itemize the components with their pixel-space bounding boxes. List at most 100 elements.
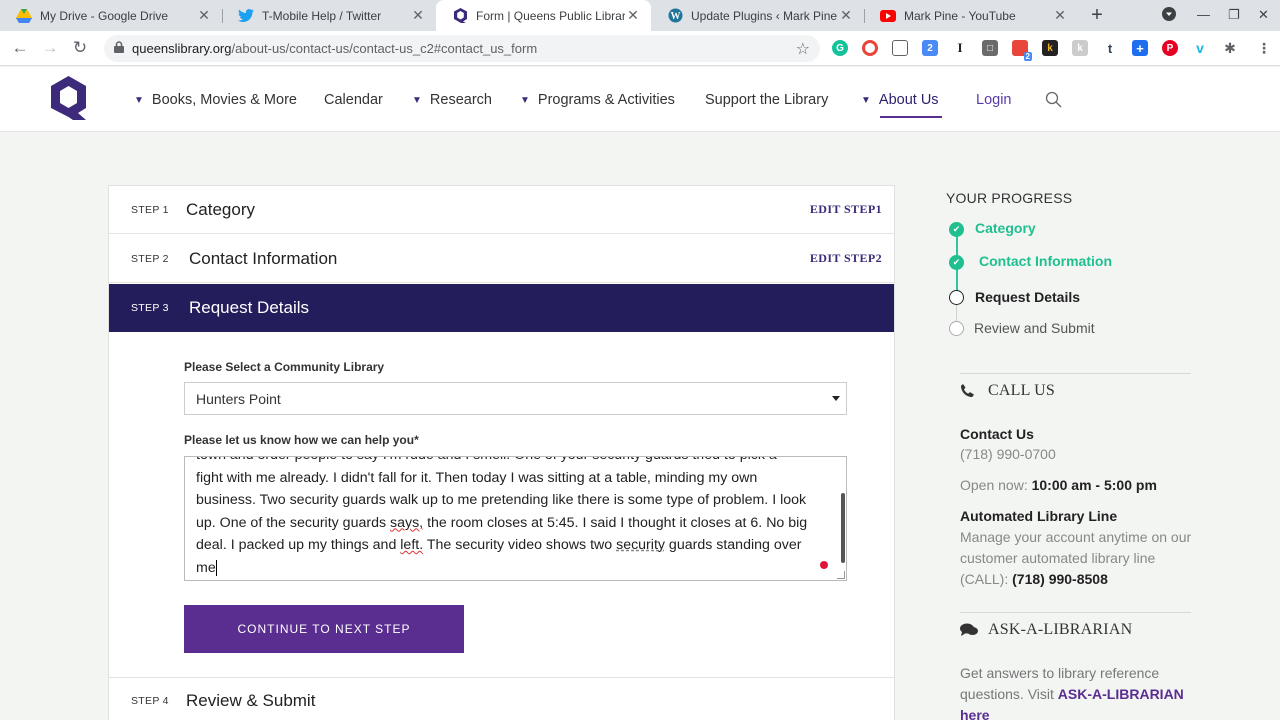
- chevron-down-icon: ▼: [520, 94, 530, 106]
- progress-title: YOUR PROGRESS: [946, 190, 1073, 206]
- textarea-scrollbar[interactable]: [841, 493, 845, 563]
- progress-line: [956, 305, 957, 322]
- tab-title: T-Mobile Help / Twitter: [262, 8, 382, 23]
- nav-label: Research: [429, 92, 492, 108]
- close-window-icon[interactable]: ✕: [1258, 7, 1269, 23]
- close-tab-icon[interactable]: ✕: [625, 7, 641, 24]
- twitter-icon: [238, 8, 254, 24]
- queens-library-logo[interactable]: [51, 76, 86, 120]
- textarea-content: town and order people to say I'm rude an…: [196, 457, 836, 579]
- close-tab-icon[interactable]: ✕: [838, 7, 854, 24]
- library-select-label: Please Select a Community Library: [184, 360, 385, 374]
- ask-here-link[interactable]: here: [960, 707, 990, 720]
- restore-icon[interactable]: ❐: [1228, 7, 1240, 23]
- pinterest-icon[interactable]: P: [1162, 40, 1178, 56]
- browser-tab-queens-library[interactable]: Form | Queens Public Library ✕: [436, 0, 651, 31]
- extension-2-icon[interactable]: 2: [922, 40, 938, 56]
- textarea-line: deal. I packed up my things and left. Th…: [196, 534, 836, 557]
- library-select[interactable]: Hunters Point: [184, 382, 847, 415]
- step-4-row: STEP 4 Review & Submit: [109, 677, 894, 720]
- nav-books-movies[interactable]: ▼ Books, Movies & More: [134, 92, 297, 108]
- browser-tab-wordpress[interactable]: W Update Plugins ‹ Mark Pine — ✕: [651, 0, 864, 31]
- browser-tab-youtube[interactable]: Mark Pine - YouTube ✕: [864, 0, 1078, 31]
- open-now-label: Open now:: [960, 477, 1028, 493]
- url-host: queenslibrary.org: [132, 41, 232, 56]
- close-tab-icon[interactable]: ✕: [196, 7, 212, 24]
- vimeo-icon[interactable]: v: [1192, 40, 1208, 56]
- extension-plus-icon[interactable]: +: [1132, 40, 1148, 56]
- login-link[interactable]: Login: [976, 92, 1011, 108]
- color-picker-icon[interactable]: [862, 40, 878, 56]
- contact-form: STEP 1 Category EDIT STEP1 STEP 2 Contac…: [108, 185, 895, 720]
- text-segment: guards standing over: [664, 537, 802, 553]
- chevron-down-icon: [832, 396, 840, 401]
- step-number: STEP 1: [131, 203, 169, 216]
- library-select-value: Hunters Point: [196, 390, 281, 407]
- chevron-down-icon: ▼: [412, 94, 422, 106]
- forward-icon[interactable]: →: [40, 38, 60, 58]
- nav-research[interactable]: ▼ Research: [412, 92, 492, 108]
- browser-menu-icon[interactable]: ⋮: [1256, 40, 1272, 56]
- extension-k-icon[interactable]: k: [1042, 40, 1058, 56]
- resize-handle-icon[interactable]: [837, 571, 845, 579]
- extensions-puzzle-icon[interactable]: ✱: [1222, 40, 1238, 56]
- phone-icon: [960, 384, 978, 398]
- extension-k2-icon[interactable]: k: [1072, 40, 1088, 56]
- contact-phone[interactable]: (718) 990-0700: [960, 444, 1195, 465]
- textarea-line: business. Two security guards walk up to…: [196, 492, 807, 508]
- check-icon: ✔: [949, 255, 964, 270]
- nav-calendar[interactable]: Calendar: [324, 92, 383, 108]
- progress-item-review: Review and Submit: [974, 320, 1095, 336]
- step-number: STEP 2: [131, 252, 169, 265]
- edit-step-2-link[interactable]: EDIT STEP2: [810, 251, 882, 266]
- tab-search-icon[interactable]: [1162, 7, 1176, 24]
- minimize-icon[interactable]: —: [1197, 7, 1210, 22]
- site-header: ▼ Books, Movies & More Calendar ▼ Research…: [0, 67, 1280, 132]
- nav-label: Books, Movies & More: [151, 92, 297, 108]
- tab-title: My Drive - Google Drive: [40, 8, 169, 23]
- divider: [960, 373, 1191, 374]
- extension-i-icon[interactable]: I: [952, 40, 968, 56]
- grammar-word: security: [616, 537, 665, 553]
- help-message-textarea[interactable]: town and order people to say I'm rude an…: [184, 456, 847, 581]
- lock-icon[interactable]: [114, 41, 124, 56]
- reload-icon[interactable]: ↻: [70, 38, 90, 58]
- close-tab-icon[interactable]: ✕: [410, 7, 426, 24]
- new-tab-icon[interactable]: +: [1087, 4, 1107, 26]
- step-1-row: STEP 1 Category EDIT STEP1: [109, 186, 894, 234]
- queens-library-icon: [452, 8, 468, 24]
- bookmark-star-icon[interactable]: ☆: [796, 39, 810, 59]
- browser-tab-twitter[interactable]: T-Mobile Help / Twitter ✕: [222, 0, 436, 31]
- grammarly-icon[interactable]: G: [832, 40, 848, 56]
- textarea-line: town and order people to say I'm rude an…: [196, 457, 836, 467]
- step-title: Contact Information: [189, 248, 338, 268]
- ask-librarian-link[interactable]: ASK-A-LIBRARIAN: [1058, 686, 1184, 702]
- textarea-line: up. One of the security guards says, the…: [196, 512, 836, 535]
- nav-programs[interactable]: ▼ Programs & Activities: [520, 92, 675, 108]
- contact-us-title: Contact Us: [960, 426, 1034, 442]
- automated-phone[interactable]: (718) 990-8508: [1012, 571, 1108, 587]
- tumblr-icon[interactable]: t: [1102, 40, 1118, 56]
- nav-support[interactable]: Support the Library: [705, 92, 828, 108]
- progress-item-category[interactable]: Category: [975, 220, 1036, 236]
- url-path: /about-us/contact-us/contact-us_c2#conta…: [231, 41, 538, 56]
- search-icon[interactable]: [1045, 91, 1063, 109]
- pocket-icon[interactable]: [892, 40, 908, 56]
- extension-badge-icon[interactable]: 2: [1012, 40, 1032, 61]
- browser-tab-google-drive[interactable]: My Drive - Google Drive ✕: [0, 0, 222, 31]
- back-icon[interactable]: ←: [10, 38, 30, 58]
- address-bar[interactable]: queenslibrary.org/about-us/contact-us/co…: [104, 35, 820, 62]
- extension-box-icon[interactable]: □: [982, 40, 998, 56]
- chat-bubbles-icon: [960, 623, 978, 637]
- nav-label: About Us: [878, 92, 939, 108]
- spellcheck-word: says,: [390, 514, 424, 531]
- edit-step-1-link[interactable]: EDIT STEP1: [810, 202, 882, 217]
- grammarly-indicator-icon[interactable]: [820, 561, 828, 569]
- browser-toolbar: ← → ↻ queenslibrary.org/about-us/contact…: [0, 31, 1280, 66]
- tab-title: Update Plugins ‹ Mark Pine —: [691, 8, 838, 23]
- progress-item-contact[interactable]: Contact Information: [979, 253, 1112, 269]
- spellcheck-word: left.: [400, 537, 424, 553]
- close-tab-icon[interactable]: ✕: [1052, 7, 1068, 24]
- continue-button[interactable]: CONTINUE TO NEXT STEP: [184, 605, 464, 653]
- nav-about-us[interactable]: ▼ About Us: [861, 92, 939, 108]
